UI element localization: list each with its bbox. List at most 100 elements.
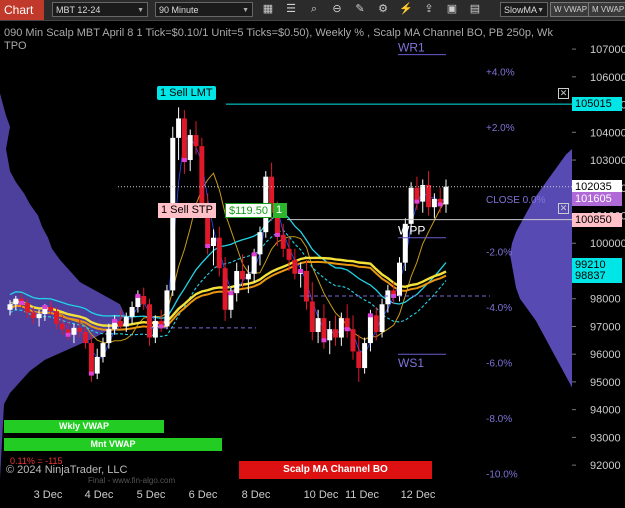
pct-level-label: -10.0% <box>486 469 518 480</box>
pivot-level-label: WS1 <box>398 356 424 370</box>
right-volume-profile <box>510 148 572 388</box>
candle-body <box>13 298 19 305</box>
x-tick-label: 6 Dec <box>189 489 218 501</box>
candle-body <box>123 316 129 327</box>
candle-marker <box>437 202 443 207</box>
m-vwap-button[interactable]: M VWAP <box>588 2 625 17</box>
candle-body <box>222 268 228 310</box>
candle-body <box>164 290 170 327</box>
interval-value: 90 Minute <box>159 5 199 15</box>
candle-body <box>245 273 251 280</box>
pct-level-label: +4.0% <box>486 67 515 78</box>
candle-body <box>141 295 147 305</box>
candle-body <box>7 304 13 310</box>
candle-body <box>210 237 216 247</box>
candle-body <box>77 327 83 332</box>
candle-body <box>94 356 100 374</box>
candle-body <box>59 323 65 330</box>
x-tick-label: 4 Dec <box>85 489 114 501</box>
candle-body <box>292 259 298 274</box>
candle-body <box>36 313 42 319</box>
candle-marker <box>88 371 94 376</box>
sell-stop-order-tag[interactable]: 1 Sell STP <box>158 203 216 218</box>
bar-type-icon[interactable]: ▦ <box>260 2 276 17</box>
candle-body <box>356 351 362 369</box>
candle-body <box>187 135 193 161</box>
candle-marker <box>414 199 420 204</box>
candle-marker <box>321 338 327 343</box>
cancel-sell-limit-icon[interactable]: ✕ <box>558 88 569 99</box>
share-icon[interactable]: ⇪ <box>421 2 437 17</box>
x-tick-label: 10 Dec <box>304 489 339 501</box>
candle-body <box>199 146 205 205</box>
pct-level-label: -6.0% <box>486 359 512 370</box>
zoom-icon[interactable]: ⌕ <box>306 2 322 17</box>
price-tag-limit: 105015 <box>572 97 622 112</box>
candle-marker <box>19 300 25 305</box>
y-tick-label: 95000 <box>590 377 621 389</box>
candle-body <box>408 187 414 224</box>
indicator-value: SlowMA <box>504 5 538 15</box>
price-chart[interactable]: 9200093000940009500096000970009800099000… <box>0 21 625 508</box>
candle-body <box>48 307 54 312</box>
candle-body <box>303 270 309 302</box>
candle-body <box>181 118 187 161</box>
candle-body <box>321 318 327 341</box>
candle-body <box>228 293 234 310</box>
candle-marker <box>181 158 187 163</box>
price-tag-stop: 100850 <box>572 212 622 227</box>
y-tick-label: 104000 <box>590 127 625 139</box>
candle-marker <box>135 293 141 298</box>
candle-body <box>420 185 426 202</box>
candle-body <box>193 135 199 147</box>
y-tick-label: 96000 <box>590 349 621 361</box>
candle-body <box>106 329 112 344</box>
y-tick-label: 106000 <box>590 72 625 84</box>
candle-marker <box>228 291 234 296</box>
candle-body <box>88 343 94 374</box>
x-tick-label: 5 Dec <box>137 489 166 501</box>
properties-icon[interactable]: ✎ <box>352 2 368 17</box>
candle-body <box>350 329 356 352</box>
candle-body <box>327 329 333 341</box>
candle-marker <box>274 232 280 237</box>
order-qty-tag[interactable]: 1 <box>273 203 287 218</box>
pivot-level-label: WPP <box>398 224 425 238</box>
instrument-selector[interactable]: MBT 12-24 ▼ <box>52 2 148 17</box>
chart-toolbar: Chart MBT 12-24 ▼ 90 Minute ▼ ▦ ☰ ⌕ ⊖ ✎ ⚙ … <box>0 0 625 21</box>
monthly-vwap-label: Mnt VWAP <box>4 438 222 451</box>
candle-body <box>431 198 437 208</box>
interval-selector[interactable]: 90 Minute ▼ <box>155 2 253 17</box>
template-icon[interactable]: ⚙ <box>375 2 391 17</box>
cancel-sell-stop-icon[interactable]: ✕ <box>558 203 569 214</box>
candle-body <box>379 304 385 332</box>
pct-level-label: CLOSE 0.0% <box>486 195 546 206</box>
zoom-out-icon[interactable]: ⊖ <box>329 2 345 17</box>
sell-limit-order-tag[interactable]: 1 Sell LMT <box>157 86 216 100</box>
candle-body <box>280 234 286 249</box>
y-tick-label: 92000 <box>590 460 621 472</box>
candle-marker <box>344 327 350 332</box>
candle-body <box>426 185 432 208</box>
layout-icon[interactable]: ▤ <box>467 2 483 17</box>
pct-level-label: +2.0% <box>486 123 515 134</box>
candle-body <box>251 254 257 274</box>
candle-body <box>129 307 135 317</box>
x-tick-label: 11 Dec <box>345 489 380 501</box>
chart-trader-icon[interactable]: ▣ <box>444 2 460 17</box>
candle-body <box>83 332 89 344</box>
candle-body <box>240 270 246 280</box>
candle-body <box>362 343 368 369</box>
chevron-down-icon: ▼ <box>242 7 249 14</box>
indicator-selector[interactable]: SlowMA ▼ <box>500 2 548 17</box>
candle-body <box>309 301 315 332</box>
strategy-icon[interactable]: ⚡ <box>398 2 414 17</box>
chart-window-title[interactable]: Chart <box>0 0 44 20</box>
candle-marker <box>205 244 211 249</box>
candle-body <box>117 320 123 327</box>
w-vwap-button[interactable]: W VWAP <box>550 2 592 17</box>
data-box-icon[interactable]: ☰ <box>283 2 299 17</box>
candle-body <box>54 311 60 324</box>
candle-body <box>333 329 339 338</box>
watermark: Final - www.fin-algo.com <box>88 476 176 485</box>
